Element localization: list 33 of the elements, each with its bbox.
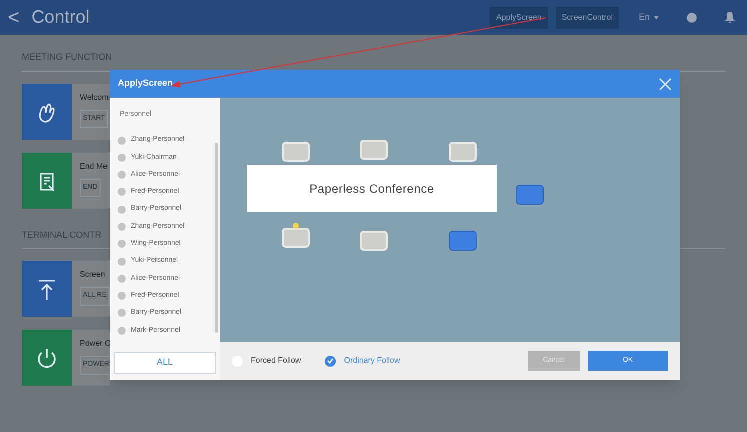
card-label: Power C — [80, 338, 110, 350]
radio-button[interactable] — [118, 222, 126, 231]
radio-button[interactable] — [118, 188, 126, 196]
page-title: Control — [32, 6, 90, 29]
radio-button[interactable] — [118, 326, 126, 335]
card-label: Screen — [80, 269, 106, 281]
dialog-title: ApplyScreen — [118, 77, 174, 90]
header-button[interactable]: ApplyScreen — [490, 6, 548, 28]
radio-button[interactable] — [325, 356, 336, 366]
radio-button[interactable] — [118, 292, 126, 300]
card-label: Welcom — [80, 92, 109, 104]
all-button[interactable]: ALL — [114, 352, 216, 374]
radio-button[interactable] — [118, 154, 126, 162]
follow-option-label[interactable]: Ordinary Follow — [344, 355, 400, 367]
close-icon[interactable] — [659, 78, 672, 90]
conference-table: Paperless Conference — [247, 165, 497, 212]
follow-option-label[interactable]: Forced Follow — [251, 355, 302, 367]
user-icon[interactable] — [687, 12, 697, 22]
header-button[interactable]: ScreenControl — [556, 6, 619, 28]
bell-icon[interactable] — [725, 12, 735, 23]
seat-icon[interactable] — [449, 231, 477, 251]
caret-icon — [654, 16, 659, 20]
back-button[interactable]: < — [8, 8, 20, 28]
language-selector[interactable]: En — [638, 10, 650, 24]
radio-button[interactable] — [118, 206, 126, 214]
radio-button[interactable] — [118, 171, 126, 180]
radio-button[interactable] — [118, 309, 126, 318]
seat-icon[interactable] — [516, 185, 544, 205]
card-label: End Me — [80, 160, 108, 172]
radio-button[interactable] — [118, 274, 126, 283]
radio-button[interactable] — [118, 136, 126, 144]
radio-button[interactable] — [118, 258, 126, 266]
radio-button[interactable] — [118, 240, 126, 248]
